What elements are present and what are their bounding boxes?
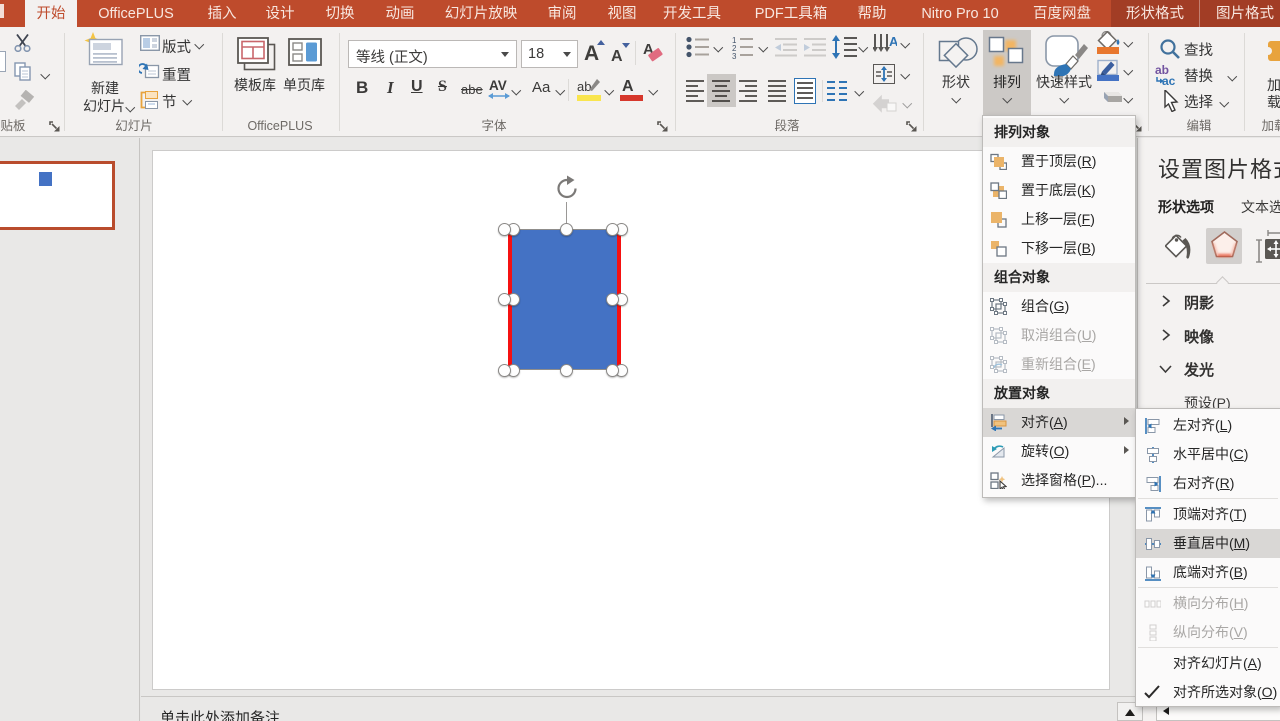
svg-text:ac: ac bbox=[1162, 74, 1176, 86]
svg-text:3: 3 bbox=[732, 52, 737, 59]
svg-text:A: A bbox=[889, 34, 897, 49]
